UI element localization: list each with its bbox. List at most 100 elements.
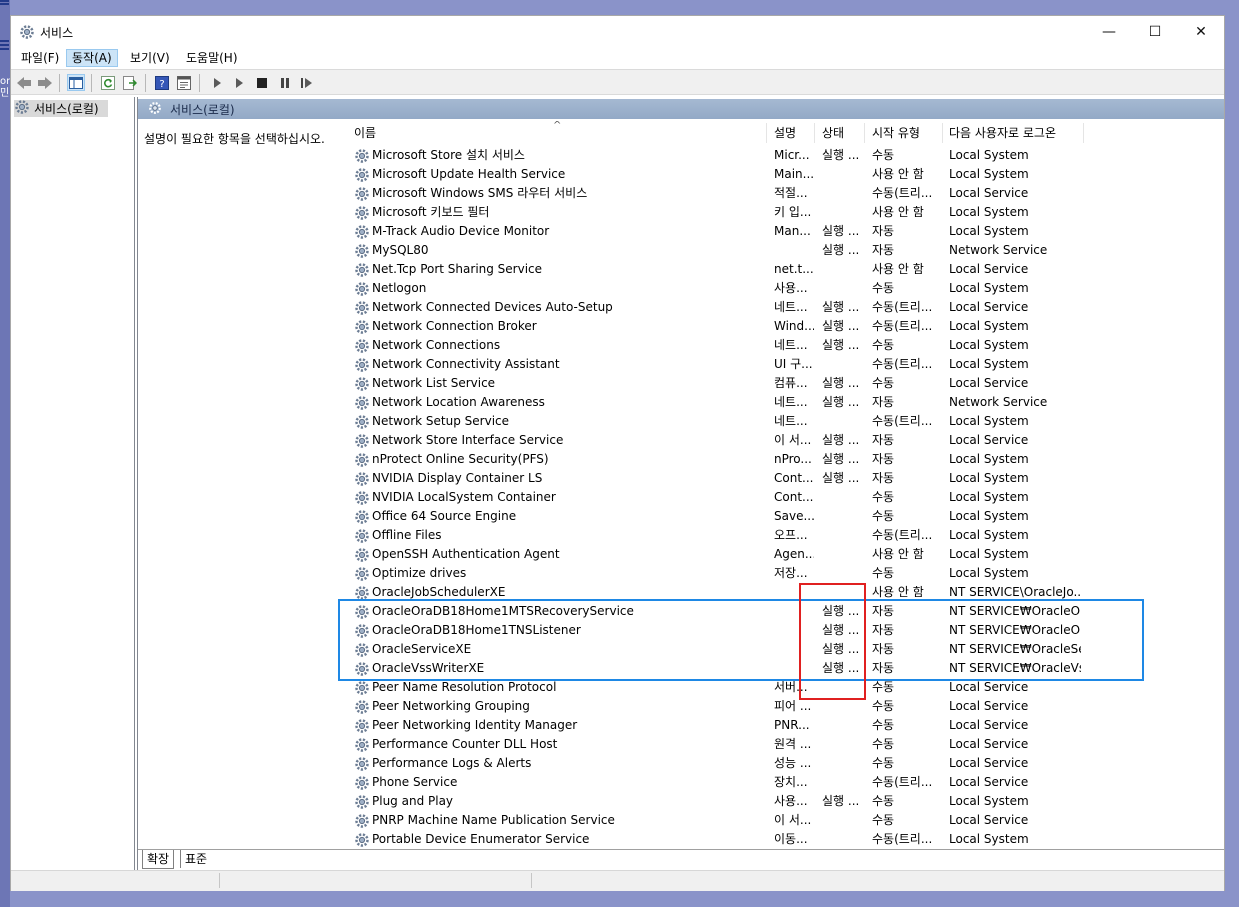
- menu-help[interactable]: 도움말(H): [181, 49, 243, 67]
- service-status: 실행 ...: [822, 243, 860, 257]
- table-row[interactable]: Network Connected Devices Auto-Setup 네트..…: [338, 298, 1208, 317]
- menu-file[interactable]: 파일(F): [16, 49, 64, 67]
- toolbar-separator: [91, 74, 92, 92]
- table-row[interactable]: Offline Files 오프... 수동(트리... Local System: [338, 526, 1208, 545]
- service-log-on-as: Local Service: [949, 775, 1029, 789]
- service-name: PNRP Machine Name Publication Service: [372, 813, 615, 827]
- tab-extended[interactable]: 확장: [142, 850, 175, 869]
- service-gear-icon: [354, 756, 370, 772]
- maximize-button[interactable]: ☐: [1132, 16, 1178, 47]
- export-list-icon[interactable]: [121, 74, 139, 91]
- column-divider[interactable]: [942, 123, 943, 143]
- title-bar[interactable]: 서비스 — ☐ ✕: [11, 16, 1224, 47]
- stop-service-icon[interactable]: [253, 74, 271, 91]
- table-row[interactable]: OracleOraDB18Home1TNSListener 실행 ... 자동 NT …: [338, 621, 1208, 640]
- service-name: Microsoft 키보드 필터: [372, 205, 490, 219]
- start-service-icon[interactable]: [208, 74, 226, 91]
- service-startup-type: 수동(트리...: [872, 186, 933, 200]
- show-console-tree-icon[interactable]: [67, 74, 85, 91]
- table-row[interactable]: OracleServiceXE 실행 ... 자동 NT SERVICE₩Oracle…: [338, 640, 1208, 659]
- sort-ascending-icon: ^: [553, 121, 562, 131]
- refresh-icon[interactable]: [99, 74, 117, 91]
- service-startup-type: 자동: [872, 452, 895, 466]
- table-row[interactable]: Plug and Play 사용... 실행 ... 수동 Local System: [338, 792, 1208, 811]
- service-startup-type: 수동: [872, 737, 895, 751]
- table-row[interactable]: Optimize drives 저장... 수동 Local System: [338, 564, 1208, 583]
- table-row[interactable]: Peer Networking Identity Manager PNR... 수동…: [338, 716, 1208, 735]
- table-row[interactable]: OracleJobSchedulerXE 사용 안 함 NT SERVICE\Ora…: [338, 583, 1208, 602]
- table-row[interactable]: Performance Counter DLL Host 원격 ... 수동 Loca…: [338, 735, 1208, 754]
- service-startup-type: 사용 안 함: [872, 547, 924, 561]
- start-service-icon[interactable]: [230, 74, 248, 91]
- service-name: Optimize drives: [372, 566, 467, 580]
- table-row[interactable]: M-Track Audio Device Monitor Man... 실행 ...…: [338, 222, 1208, 241]
- forward-arrow-icon[interactable]: [36, 74, 54, 91]
- table-row[interactable]: Network Connections 네트... 실행 ... 수동 Local Sy…: [338, 336, 1208, 355]
- pause-service-icon[interactable]: [276, 74, 294, 91]
- service-gear-icon: [354, 775, 370, 791]
- toolbar: ?: [11, 69, 1224, 95]
- table-row[interactable]: Office 64 Source Engine Save... 수동 Local Sy…: [338, 507, 1208, 526]
- service-startup-type: 수동: [872, 148, 895, 162]
- tree-item-services-local[interactable]: 서비스(로컬): [14, 100, 108, 117]
- service-status: [822, 184, 864, 203]
- table-row[interactable]: OracleOraDB18Home1MTSRecoveryService 실행 .…: [338, 602, 1208, 621]
- restart-service-icon[interactable]: [298, 74, 316, 91]
- table-row[interactable]: Performance Logs & Alerts 성능 ... 수동 Local S…: [338, 754, 1208, 773]
- table-row[interactable]: NVIDIA Display Container LS Cont... 실행 ...…: [338, 469, 1208, 488]
- service-description: Cont...: [774, 471, 814, 485]
- table-row[interactable]: Netlogon 사용... 수동 Local System: [338, 279, 1208, 298]
- column-divider[interactable]: [814, 123, 815, 143]
- properties-icon[interactable]: [175, 74, 193, 91]
- service-name: Microsoft Windows SMS 라우터 서비스: [372, 186, 588, 200]
- table-row[interactable]: PNRP Machine Name Publication Service 이 서…: [338, 811, 1208, 830]
- table-row[interactable]: Peer Networking Grouping 피어 ... 수동 Local Se…: [338, 697, 1208, 716]
- table-row[interactable]: Microsoft 키보드 필터 키 입... 사용 안 함 Local System: [338, 203, 1208, 222]
- table-row[interactable]: Microsoft Windows SMS 라우터 서비스 적절... 수동(트리.…: [338, 184, 1208, 203]
- table-row[interactable]: Net.Tcp Port Sharing Service net.t... 사용 안…: [338, 260, 1208, 279]
- column-header-status[interactable]: 상태: [822, 121, 844, 145]
- column-divider[interactable]: [766, 123, 767, 143]
- menu-view[interactable]: 보기(V): [125, 49, 175, 67]
- table-row[interactable]: Network Connectivity Assistant UI 구... 수동(…: [338, 355, 1208, 374]
- service-description: Micr...: [774, 148, 810, 162]
- table-row[interactable]: Network Connection Broker Wind... 실행 ... 수동…: [338, 317, 1208, 336]
- back-arrow-icon[interactable]: [15, 74, 33, 91]
- service-description: [774, 621, 814, 640]
- services-gear-icon: [148, 101, 162, 118]
- column-header-startup-type[interactable]: 시작 유형: [872, 121, 920, 145]
- service-startup-type: 자동: [872, 604, 895, 618]
- tab-standard[interactable]: 표준: [180, 850, 211, 868]
- service-gear-icon: [354, 737, 370, 753]
- service-log-on-as: Local System: [949, 471, 1029, 485]
- table-row[interactable]: Peer Name Resolution Protocol 서버... 수동 Loca…: [338, 678, 1208, 697]
- table-row[interactable]: Microsoft Store 설치 서비스 Micr... 실행 ... 수동 Loc…: [338, 146, 1208, 165]
- column-divider[interactable]: [864, 123, 865, 143]
- column-divider[interactable]: [1083, 123, 1084, 143]
- table-row[interactable]: Network Store Interface Service 이 서... 실행 …: [338, 431, 1208, 450]
- table-row[interactable]: nProtect Online Security(PFS) nPro... 실행 .…: [338, 450, 1208, 469]
- column-header-name[interactable]: 이름: [354, 121, 376, 145]
- service-description: 컴퓨...: [774, 376, 808, 390]
- table-row[interactable]: MySQL80 실행 ... 자동 Network Service: [338, 241, 1208, 260]
- menu-action[interactable]: 동작(A): [66, 49, 118, 67]
- table-row[interactable]: Network Setup Service 네트... 수동(트리... Local …: [338, 412, 1208, 431]
- table-row[interactable]: Portable Device Enumerator Service 이동... 수…: [338, 830, 1208, 849]
- help-icon[interactable]: ?: [153, 74, 171, 91]
- service-description: [774, 640, 814, 659]
- close-button[interactable]: ✕: [1178, 16, 1224, 47]
- service-gear-icon: [354, 281, 370, 297]
- service-status: [822, 830, 864, 849]
- minimize-button[interactable]: —: [1086, 16, 1132, 47]
- menu-bar: 파일(F) 동작(A) 보기(V) 도움말(H): [11, 47, 1224, 69]
- column-header-description[interactable]: 설명: [774, 121, 796, 145]
- table-row[interactable]: Network List Service 컴퓨... 실행 ... 수동 Local S…: [338, 374, 1208, 393]
- table-row[interactable]: Phone Service 장치... 수동(트리... Local Service: [338, 773, 1208, 792]
- table-row[interactable]: OpenSSH Authentication Agent Agen... 사용 안 …: [338, 545, 1208, 564]
- column-header-log-on-as[interactable]: 다음 사용자로 로그온: [949, 121, 1056, 145]
- table-row[interactable]: Microsoft Update Health Service Main... 사용…: [338, 165, 1208, 184]
- service-status: [822, 773, 864, 792]
- table-row[interactable]: Network Location Awareness 네트... 실행 ... 자동 N…: [338, 393, 1208, 412]
- table-row[interactable]: OracleVssWriterXE 실행 ... 자동 NT SERVICE₩Orac…: [338, 659, 1208, 678]
- table-row[interactable]: NVIDIA LocalSystem Container Cont... 수동 Loc…: [338, 488, 1208, 507]
